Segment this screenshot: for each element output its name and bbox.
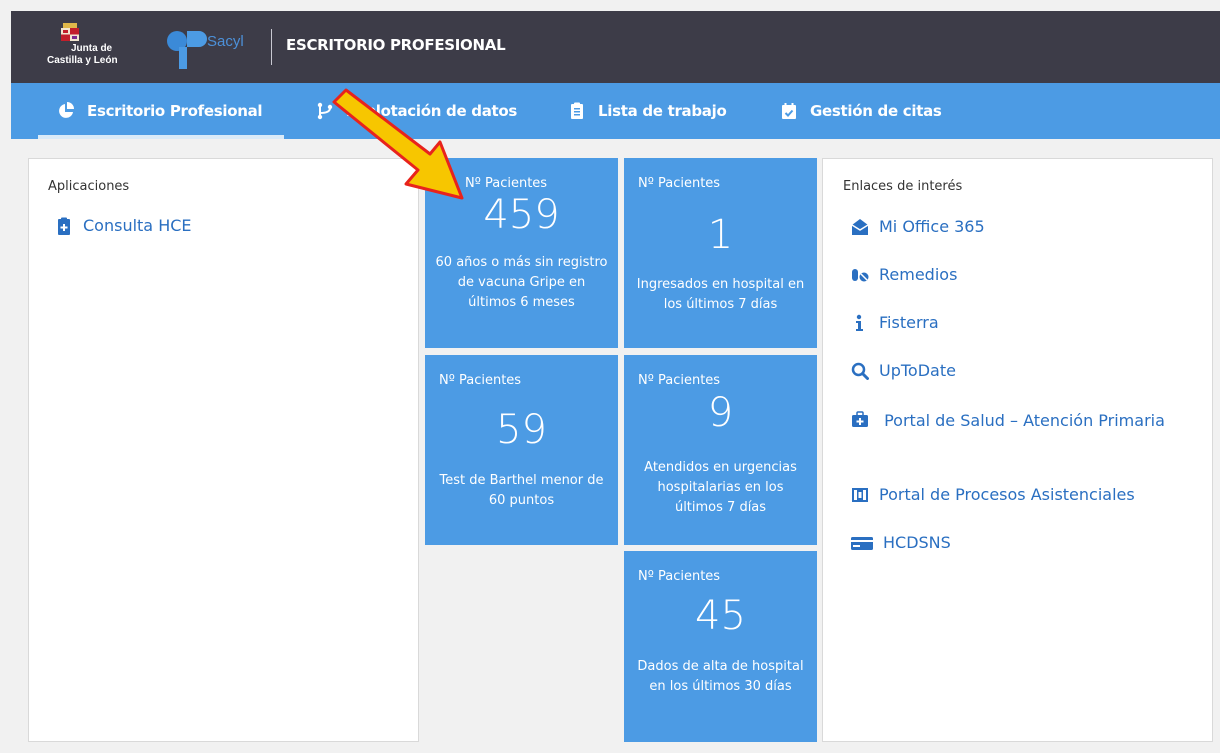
id-card-icon — [851, 537, 873, 550]
tile-label: Nº Pacientes — [638, 569, 721, 584]
tab-label: Lista de trabajo — [598, 102, 727, 120]
tile-value: 9 — [707, 390, 734, 436]
tile-label: Nº Pacientes — [439, 373, 522, 388]
portal-de-salud-link[interactable]: Portal de Salud – Atención Primaria — [851, 407, 1181, 433]
tab-explotacion-de-datos[interactable]: Explotación de datos — [316, 83, 517, 139]
links-panel: Enlaces de interés Mi Office 365 Remedio… — [822, 158, 1213, 742]
tab-label: Escritorio Profesional — [87, 102, 263, 120]
link-label: UpToDate — [879, 361, 956, 380]
junta-logo-text: Junta de Castilla y León — [47, 43, 118, 66]
tab-escritorio-profesional[interactable]: Escritorio Profesional — [37, 83, 285, 139]
branch-icon — [317, 102, 333, 120]
mi-office-365-link[interactable]: Mi Office 365 — [851, 215, 985, 239]
link-label: Portal de Procesos Asistenciales — [879, 485, 1135, 504]
junta-castilla-leon-logo[interactable]: Junta de Castilla y León — [47, 23, 147, 73]
tile-description: 60 años o más sin registro de vacuna Gri… — [435, 255, 608, 310]
panel-title: Aplicaciones — [48, 179, 130, 194]
header-divider — [271, 29, 272, 65]
link-label: Portal de Salud – Atención Primaria — [884, 411, 1165, 430]
tile-value: 59 — [496, 407, 547, 453]
tile-urgencias-hospitalarias[interactable]: Nº Pacientes 9 Atendidos en urgencias ho… — [624, 355, 817, 545]
tile-value: 1 — [707, 212, 734, 258]
link-label: Mi Office 365 — [879, 217, 985, 236]
sacyl-logo[interactable]: Sacyl — [163, 25, 255, 71]
hcdsns-link[interactable]: HCDSNS — [851, 531, 951, 555]
calendar-check-icon — [782, 103, 796, 119]
envelope-open-icon — [851, 219, 869, 235]
uptodate-link[interactable]: UpToDate — [851, 359, 956, 383]
page-title: ESCRITORIO PROFESIONAL — [286, 36, 506, 54]
link-label: Remedios — [879, 265, 958, 284]
tile-alta-hospital[interactable]: Nº Pacientes 45 Dados de alta de hospita… — [624, 551, 817, 742]
search-icon — [851, 362, 869, 380]
tab-gestion-de-citas[interactable]: Gestión de citas — [780, 83, 942, 139]
pills-icon — [852, 269, 869, 282]
medkit-icon — [852, 411, 868, 427]
fisterra-link[interactable]: Fisterra — [851, 311, 939, 335]
tile-vacuna-gripe[interactable]: Nº Pacientes 459 60 años o más sin regis… — [425, 158, 618, 348]
tile-label: Nº Pacientes — [465, 176, 548, 191]
tile-test-barthel[interactable]: Nº Pacientes 59 Test de Barthel menor de… — [425, 355, 618, 545]
remedios-link[interactable]: Remedios — [851, 263, 957, 287]
link-label: HCDSNS — [883, 533, 951, 552]
tile-description: Ingresados en hospital en los últimos 7 … — [636, 277, 805, 312]
portal-procesos-asistenciales-link[interactable]: Portal de Procesos Asistenciales — [851, 483, 1135, 507]
tab-lista-de-trabajo[interactable]: Lista de trabajo — [568, 83, 727, 139]
tile-value: 459 — [483, 192, 560, 238]
applications-panel: Aplicaciones Consulta HCE — [28, 158, 419, 742]
link-label: Consulta HCE — [83, 216, 192, 235]
link-label: Fisterra — [879, 313, 939, 332]
tile-value: 45 — [695, 593, 746, 639]
tile-description: Atendidos en urgencias hospitalarias en … — [644, 460, 797, 515]
tile-description: Dados de alta de hospital en los últimos… — [637, 659, 804, 694]
tab-label: Explotación de datos — [346, 102, 518, 120]
panel-title: Enlaces de interés — [843, 179, 963, 194]
info-icon — [856, 314, 863, 331]
tile-label: Nº Pacientes — [638, 373, 721, 388]
tab-label: Gestión de citas — [810, 102, 942, 120]
sacyl-logo-text: Sacyl — [207, 33, 244, 50]
process-icon — [852, 488, 868, 502]
tile-ingresados-hospital[interactable]: Nº Pacientes 1 Ingresados en hospital en… — [624, 158, 817, 348]
main-nav: Escritorio Profesional Explotación de da… — [11, 83, 1220, 139]
pie-chart-icon — [59, 102, 74, 118]
top-bar: Junta de Castilla y León Sacyl ESCRITORI… — [11, 11, 1220, 83]
tile-description: Test de Barthel menor de 60 puntos — [439, 473, 604, 508]
sacyl-mark-icon — [167, 31, 207, 69]
tile-label: Nº Pacientes — [638, 176, 721, 191]
medical-clipboard-icon — [58, 217, 70, 235]
clipboard-icon — [571, 102, 583, 119]
consulta-hce-link[interactable]: Consulta HCE — [55, 214, 192, 238]
